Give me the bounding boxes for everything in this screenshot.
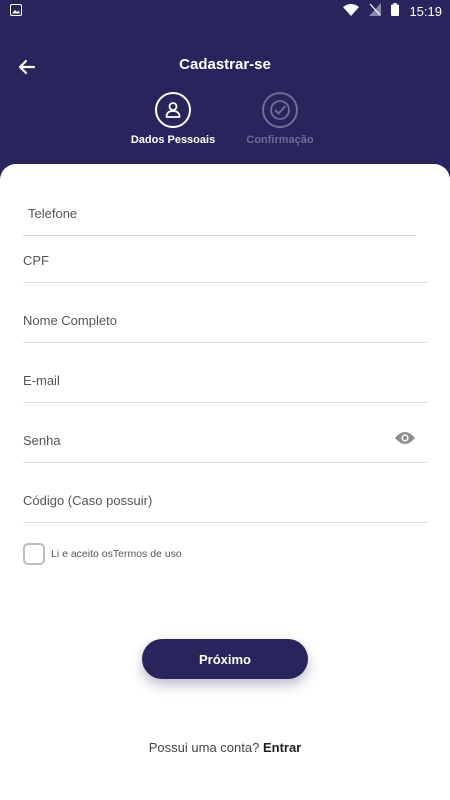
eye-icon[interactable] xyxy=(395,431,415,445)
email-input[interactable] xyxy=(23,368,383,392)
login-prompt: Possui uma conta? Entrar xyxy=(0,740,450,755)
login-link[interactable]: Entrar xyxy=(263,740,301,755)
cpf-field xyxy=(23,223,427,283)
wifi-icon xyxy=(343,3,360,19)
clock-time: 15:19 xyxy=(409,3,442,19)
code-field xyxy=(23,463,427,523)
step-label: Dados Pessoais xyxy=(130,134,216,146)
terms-checkbox[interactable] xyxy=(23,543,45,565)
next-button[interactable]: Próximo xyxy=(142,639,308,679)
battery-icon xyxy=(391,3,400,19)
step-confirmacao: Confirmação xyxy=(230,92,330,146)
cpf-input[interactable] xyxy=(23,248,383,272)
terms-text: Li e aceito osTermos de uso xyxy=(51,548,182,560)
step-dados-pessoais: Dados Pessoais xyxy=(123,92,223,146)
status-bar: 15:19 xyxy=(0,0,450,22)
terms-prefix: Li e aceito os xyxy=(51,548,113,560)
top-bar: Cadastrar-se xyxy=(0,48,450,84)
terms-link[interactable]: Termos de uso xyxy=(113,548,182,560)
email-field xyxy=(23,343,427,403)
image-icon xyxy=(10,4,22,16)
code-input[interactable] xyxy=(23,488,383,512)
page-title: Cadastrar-se xyxy=(179,56,271,73)
check-circle-icon xyxy=(262,92,298,128)
login-prompt-text: Possui uma conta? xyxy=(148,740,260,755)
no-signal-icon xyxy=(369,3,382,19)
name-field xyxy=(23,283,427,343)
password-field xyxy=(23,403,427,463)
user-icon xyxy=(155,92,191,128)
password-input[interactable] xyxy=(23,428,383,452)
terms-row: Li e aceito osTermos de uso xyxy=(23,543,182,565)
full-name-input[interactable] xyxy=(23,308,383,332)
phone-input[interactable] xyxy=(28,201,388,225)
step-label: Confirmação xyxy=(246,134,314,146)
